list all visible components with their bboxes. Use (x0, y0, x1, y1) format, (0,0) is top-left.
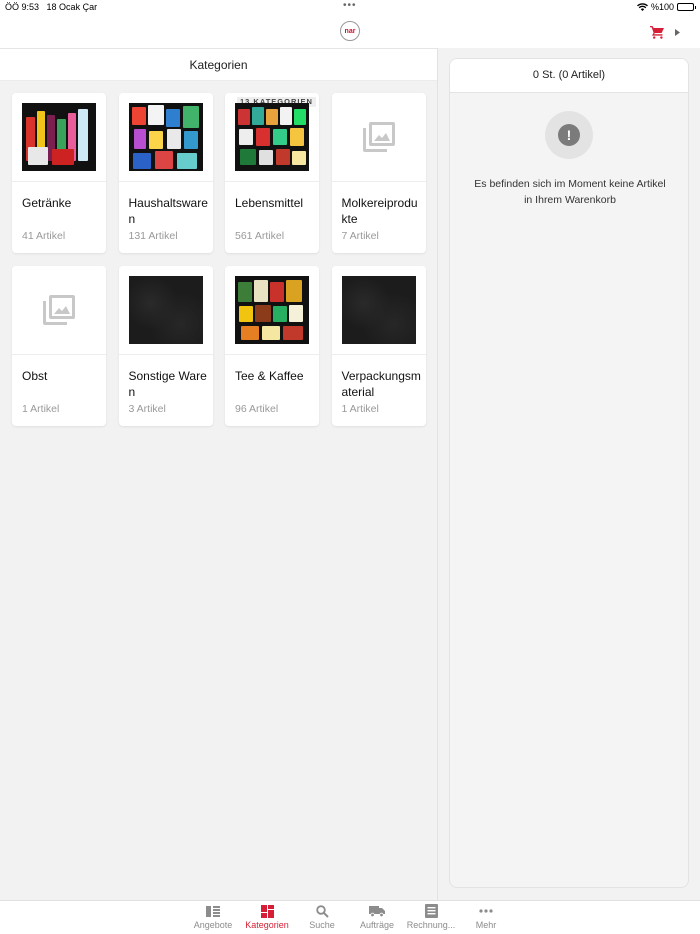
category-title: Verpackungsmaterial (341, 369, 421, 399)
battery-icon (677, 3, 696, 11)
split-divider (437, 48, 438, 900)
category-card-lebensmittel[interactable]: 13 KATEGORIEN Lebensmittel 561 Artikel (225, 93, 319, 253)
category-count: 96 Artikel (235, 403, 279, 415)
shopping-cart-icon[interactable] (650, 25, 665, 39)
tab-mehr[interactable]: Mehr (459, 903, 513, 933)
category-card-verpackungsmaterial[interactable]: Verpackungsmaterial 1 Artikel (331, 266, 426, 426)
image-placeholder-icon (43, 295, 75, 325)
category-card-tee-kaffee[interactable]: Tee & Kaffee 96 Artikel (225, 266, 319, 426)
battery-percent: %100 (650, 2, 674, 12)
chevron-right-icon[interactable] (675, 28, 680, 36)
brand-logo[interactable]: nar (340, 21, 360, 41)
offers-icon (206, 905, 220, 917)
status-time-date: ÖÖ 9:53 18 Ocak Çar (5, 2, 98, 12)
search-icon (315, 904, 329, 918)
tab-label: Suche (309, 920, 335, 930)
category-count: 3 Artikel (128, 403, 166, 415)
cart-panel: 0 St. (0 Artikel) ! Es befinden sich im … (449, 58, 689, 888)
bottom-tab-bar: Angebote Kategorien Suche Aufträge Rechn… (0, 900, 700, 934)
category-card-getraenke[interactable]: Getränke 41 Artikel (12, 93, 106, 253)
categories-icon (260, 904, 274, 918)
tab-label: Mehr (475, 920, 497, 930)
cart-summary-header: 0 St. (0 Artikel) (450, 59, 688, 93)
category-grid: Getränke 41 Artikel Haushaltswaren 131 A… (12, 93, 426, 426)
empty-cart-alert-icon: ! (545, 111, 593, 159)
category-image-drinks (22, 103, 96, 171)
tab-auftraege[interactable]: Aufträge (350, 903, 404, 933)
category-title: Molkereiprodukte (341, 196, 418, 226)
status-bar: ÖÖ 9:53 18 Ocak Çar ••• %100 (0, 0, 700, 14)
empty-cart-message: Es befinden sich im Moment keine Artikel… (474, 178, 666, 206)
category-title: Tee & Kaffee (235, 369, 304, 383)
top-nav-bar: nar (0, 14, 700, 48)
category-image-dark (341, 276, 416, 344)
category-count: 131 Artikel (128, 230, 178, 242)
tab-label: Rechnung... (406, 920, 456, 930)
category-image-groceries (235, 103, 309, 171)
category-count: 561 Artikel (235, 230, 285, 242)
truck-icon (369, 906, 385, 917)
category-image-household (128, 103, 203, 171)
category-card-obst[interactable]: Obst 1 Artikel (12, 266, 106, 426)
tab-suche[interactable]: Suche (295, 903, 349, 933)
category-title: Obst (22, 369, 48, 383)
category-card-sonstige-waren[interactable]: Sonstige Waren 3 Artikel (118, 266, 213, 426)
tab-label: Kategorien (245, 920, 289, 930)
tab-label: Aufträge (359, 920, 395, 930)
category-count: 41 Artikel (22, 230, 66, 242)
category-count: 1 Artikel (341, 403, 379, 415)
tab-kategorien[interactable]: Kategorien (240, 903, 294, 933)
cart-button[interactable] (650, 22, 690, 42)
multitask-dots[interactable]: ••• (343, 0, 357, 11)
tab-rechnungen[interactable]: Rechnung... (404, 903, 458, 933)
category-count: 7 Artikel (341, 230, 379, 242)
category-card-haushaltswaren[interactable]: Haushaltswaren 131 Artikel (118, 93, 213, 253)
category-card-molkereiprodukte[interactable]: Molkereiprodukte 7 Artikel (331, 93, 426, 253)
image-placeholder-icon (362, 122, 395, 152)
invoice-icon (424, 904, 438, 918)
tab-label: Angebote (193, 920, 233, 930)
categories-header: Kategorien (0, 48, 437, 81)
category-image-dark (128, 276, 203, 344)
tab-angebote[interactable]: Angebote (186, 903, 240, 933)
category-title: Getränke (22, 196, 72, 210)
category-title: Haushaltswaren (128, 196, 208, 226)
category-image-tea (235, 276, 309, 344)
wifi-icon (636, 3, 648, 11)
more-icon (479, 909, 493, 913)
category-count: 1 Artikel (22, 403, 60, 415)
category-title: Sonstige Waren (128, 369, 207, 399)
category-title: Lebensmittel (235, 196, 304, 210)
